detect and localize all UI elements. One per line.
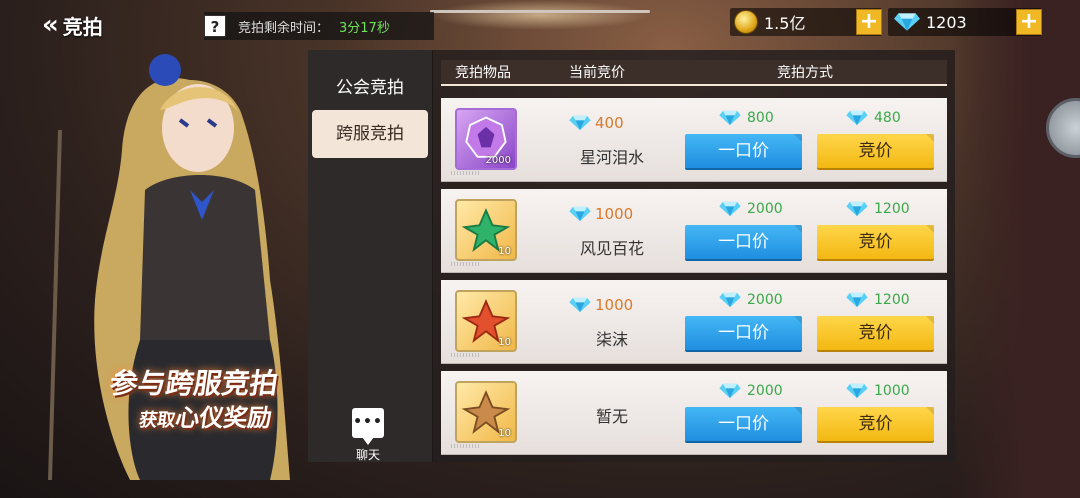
timer-value: 3分17秒	[339, 20, 390, 36]
current-price-value: 400	[595, 114, 624, 132]
add-gem-button[interactable]: +	[1016, 9, 1042, 35]
buy-now-button[interactable]: 一口价	[685, 407, 802, 441]
tab-guild-auction[interactable]: 公会竞拍	[312, 64, 428, 112]
diamond-icon	[846, 110, 868, 126]
diamond-icon	[719, 292, 741, 308]
header-bid-method: 竞拍方式	[777, 65, 833, 81]
current-price-value: 1000	[595, 205, 634, 223]
promo-line-2: 获取心仪奖励	[138, 398, 275, 433]
bid-price-value: 1200	[874, 201, 910, 217]
auction-row: 10 1000 风见百花 2000 1200 一口价 竞价	[441, 189, 947, 273]
tab-cross-server-auction[interactable]: 跨服竞拍	[312, 110, 428, 158]
item-quantity: 10	[498, 428, 511, 439]
promo-line-1: 参与跨服竞拍	[107, 367, 281, 400]
bid-button[interactable]: 竞价	[817, 225, 934, 259]
top-indicator-bar	[430, 10, 650, 13]
diamond-icon	[719, 383, 741, 399]
chat-label: 聊天	[355, 448, 380, 462]
item-name: 柒沫	[595, 330, 628, 349]
item-quantity: 10	[498, 246, 511, 257]
buyout-price: 2000	[719, 201, 783, 217]
item-icon-red-leaf[interactable]: 10	[455, 290, 517, 352]
timer-label: 竞拍剩余时间：	[238, 20, 330, 36]
buyout-price-value: 2000	[747, 383, 783, 399]
item-barcode-decoration	[451, 353, 481, 357]
current-price-value: 1000	[595, 296, 634, 314]
item-quantity: 2000	[485, 155, 511, 166]
gold-currency: 1.5亿 +	[730, 8, 882, 36]
header-item: 竞拍物品	[455, 65, 511, 81]
diamond-icon	[569, 115, 591, 131]
buy-now-button[interactable]: 一口价	[685, 134, 802, 168]
buyout-price: 2000	[719, 292, 783, 308]
gold-coin-icon	[734, 10, 758, 34]
bid-price: 1200	[846, 201, 910, 217]
gem-amount: 1203	[926, 12, 967, 32]
item-icon-green-leaf[interactable]: 10	[455, 199, 517, 261]
buy-now-button[interactable]: 一口价	[685, 225, 802, 259]
auction-tabs: 公会竞拍 跨服竞拍 ••• 聊天	[308, 50, 433, 462]
item-name: 星河泪水	[579, 148, 644, 167]
header-current-price: 当前竞价	[569, 65, 625, 81]
diamond-icon	[846, 383, 868, 399]
auction-row: 10 1000 柒沫 2000 1200 一口价 竞价	[441, 280, 947, 364]
item-barcode-decoration	[451, 262, 481, 266]
chat-button[interactable]: ••• 聊天	[350, 408, 386, 463]
buyout-price: 2000	[719, 383, 783, 399]
help-button[interactable]: ?	[204, 15, 226, 37]
background-shade	[950, 0, 1080, 498]
buyout-price-value: 2000	[747, 201, 783, 217]
chat-icon-dots: •••	[353, 414, 383, 430]
bid-price: 480	[846, 110, 901, 126]
promo-line-2-highlight: 心仪奖励	[173, 404, 274, 432]
buyout-price-value: 800	[747, 110, 774, 126]
bid-price-value: 1200	[874, 292, 910, 308]
diamond-icon	[719, 110, 741, 126]
add-gold-button[interactable]: +	[856, 9, 882, 35]
bid-price-value: 480	[874, 110, 901, 126]
bid-price: 1200	[846, 292, 910, 308]
auction-row: 10 暂无 2000 1000 一口价 竞价	[441, 371, 947, 455]
buyout-price-value: 2000	[747, 292, 783, 308]
item-icon-crystal[interactable]: 2000	[455, 108, 517, 170]
current-price: 400	[569, 114, 624, 132]
diamond-icon	[846, 292, 868, 308]
buy-now-button[interactable]: 一口价	[685, 316, 802, 350]
back-button[interactable]: « 竞拍	[42, 10, 103, 40]
bid-button[interactable]: 竞价	[817, 316, 934, 350]
item-name: 风见百花	[579, 239, 644, 258]
diamond-icon	[894, 12, 920, 32]
diamond-icon	[719, 201, 741, 217]
table-header: 竞拍物品 当前竞价 竞拍方式	[441, 60, 947, 86]
auction-list-panel: 竞拍物品 当前竞价 竞拍方式 2000 400 星河泪水 800 480 一口价…	[433, 50, 955, 462]
bid-price-value: 1000	[874, 383, 910, 399]
item-barcode-decoration	[451, 171, 481, 175]
gem-currency: 1203 +	[888, 8, 1042, 36]
diamond-icon	[569, 297, 591, 313]
item-icon-brown-leaf[interactable]: 10	[455, 381, 517, 443]
auction-row: 2000 400 星河泪水 800 480 一口价 竞价	[441, 98, 947, 182]
item-name: 暂无	[595, 407, 628, 426]
gold-amount: 1.5亿	[764, 14, 806, 33]
item-barcode-decoration	[451, 444, 481, 448]
item-quantity: 10	[498, 337, 511, 348]
bid-button[interactable]: 竞价	[817, 407, 934, 441]
back-chevron-icon: «	[42, 10, 59, 40]
bid-button[interactable]: 竞价	[817, 134, 934, 168]
promo-line-2-prefix: 获取	[137, 410, 177, 431]
current-price: 1000	[569, 296, 633, 314]
bid-price: 1000	[846, 383, 910, 399]
auction-timer: ? 竞拍剩余时间： 3分17秒	[204, 12, 434, 40]
background-glow	[430, 0, 650, 30]
page-title: 竞拍	[62, 14, 103, 39]
chat-icon: •••	[352, 408, 384, 445]
diamond-icon	[846, 201, 868, 217]
current-price: 1000	[569, 205, 633, 223]
buyout-price: 800	[719, 110, 774, 126]
diamond-icon	[569, 206, 591, 222]
